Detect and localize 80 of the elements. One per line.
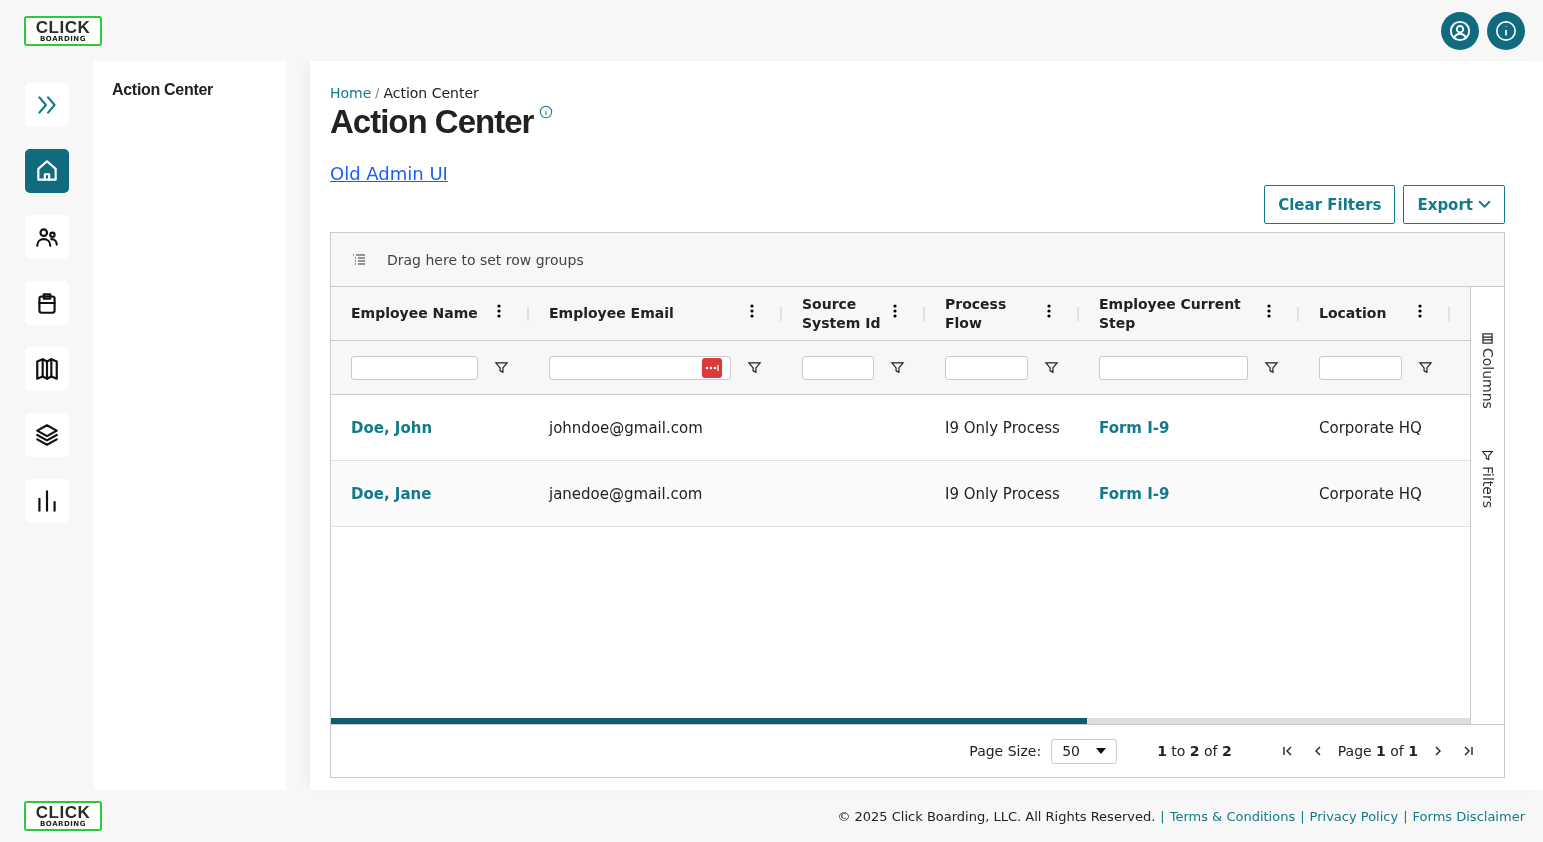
- filter-icon[interactable]: [1044, 360, 1059, 375]
- info-icon: [1495, 19, 1517, 42]
- layers-nav-button[interactable]: [25, 413, 69, 457]
- column-header[interactable]: Employee Current Step: [1079, 287, 1299, 340]
- horizontal-scrollbar[interactable]: [331, 718, 1470, 724]
- column-menu-icon[interactable]: [1418, 304, 1422, 318]
- info-icon[interactable]: [539, 105, 554, 119]
- table-cell: I9 Only Process: [945, 418, 1060, 437]
- map-icon: [34, 356, 60, 382]
- column-header[interactable]: Source System Id: [782, 287, 925, 340]
- column-menu-icon[interactable]: [1047, 304, 1051, 318]
- clear-filters-button[interactable]: Clear Filters: [1264, 185, 1396, 224]
- caret-icon: [1096, 748, 1107, 754]
- filter-icon[interactable]: [1264, 360, 1279, 375]
- footer-link[interactable]: Terms & Conditions: [1169, 808, 1296, 824]
- employee-name-link[interactable]: Doe, Jane: [351, 484, 432, 503]
- column-menu-icon[interactable]: [1267, 304, 1271, 318]
- filter-field[interactable]: [1319, 355, 1402, 380]
- home-icon: [34, 158, 60, 184]
- page-title: Action Center: [330, 103, 534, 141]
- column-header[interactable]: Location: [1299, 287, 1450, 340]
- password-manager-icon[interactable]: [702, 357, 722, 378]
- filter-icon[interactable]: [1418, 360, 1433, 375]
- filter-field[interactable]: [802, 355, 874, 380]
- page-size-label: Page Size:: [969, 743, 1042, 759]
- filter-field[interactable]: [1099, 355, 1248, 380]
- footer-separator: |: [1160, 808, 1165, 824]
- info-button[interactable]: [1487, 11, 1525, 50]
- map-nav-button[interactable]: [25, 347, 69, 391]
- filters-tab[interactable]: Filters: [1479, 448, 1496, 508]
- employee-name-link[interactable]: Doe, John: [351, 418, 433, 437]
- footer-separator: |: [1403, 808, 1408, 824]
- column-header[interactable]: Employee Email: [529, 287, 782, 340]
- filter-icon: [1481, 448, 1494, 462]
- old-admin-ui-link[interactable]: Old Admin UI: [330, 163, 448, 184]
- last-page-icon: [1462, 745, 1474, 757]
- footer-link[interactable]: Forms Disclaimer: [1412, 808, 1525, 824]
- table-cell: janedoe@gmail.com: [549, 484, 703, 503]
- current-step-link[interactable]: Form I-9: [1099, 418, 1170, 437]
- breadcrumb-home-link[interactable]: Home: [330, 85, 372, 101]
- table-cell: Corporate HQ: [1319, 418, 1422, 437]
- column-menu-icon[interactable]: [750, 304, 754, 318]
- filter-icon[interactable]: [890, 360, 905, 375]
- user-icon: [1449, 19, 1471, 42]
- breadcrumb-separator: /: [375, 86, 380, 100]
- column-header[interactable]: Employee Name: [331, 287, 529, 340]
- columns-tab[interactable]: Columns: [1479, 333, 1496, 409]
- row-group-hint: Drag here to set row groups: [387, 251, 584, 268]
- clipboard-nav-button[interactable]: [25, 281, 69, 325]
- expand-nav-button[interactable]: [25, 83, 69, 127]
- page-size-select[interactable]: 50: [1051, 738, 1118, 764]
- copyright-text: © 2025 Click Boarding, LLC. All Rights Reserved.: [837, 808, 1156, 824]
- filter-field[interactable]: [945, 355, 1028, 380]
- filter-icon[interactable]: [747, 360, 762, 375]
- sub-panel-title: Action Center: [112, 81, 214, 99]
- export-button[interactable]: Export: [1403, 185, 1505, 224]
- chart-nav-button[interactable]: [25, 479, 69, 523]
- chevron-down-icon: [1478, 200, 1491, 209]
- people-nav-button[interactable]: [25, 215, 69, 259]
- table-cell: I9 Only Process: [945, 484, 1060, 503]
- column-menu-icon[interactable]: [893, 304, 897, 318]
- column-menu-icon[interactable]: [497, 304, 501, 318]
- row-range: 1 to 2 of 2: [1157, 743, 1232, 759]
- table-cell: Corporate HQ: [1319, 484, 1422, 503]
- filter-field[interactable]: [351, 355, 478, 380]
- table-cell: johndoe@gmail.com: [549, 418, 703, 437]
- footer-link[interactable]: Privacy Policy: [1309, 808, 1399, 824]
- column-header[interactable]: Process Flow: [925, 287, 1079, 340]
- current-step-link[interactable]: Form I-9: [1099, 484, 1170, 503]
- breadcrumb-current: Action Center: [383, 85, 479, 101]
- filter-field[interactable]: [549, 355, 731, 380]
- columns-icon: [1482, 333, 1493, 344]
- profile-button[interactable]: [1441, 11, 1479, 50]
- home-nav-button[interactable]: [25, 149, 69, 193]
- first-page-icon: [1281, 745, 1294, 757]
- row-groups-icon: [351, 251, 367, 268]
- layers-icon: [34, 422, 60, 448]
- footer-separator: |: [1300, 808, 1305, 824]
- filter-icon[interactable]: [494, 360, 509, 375]
- page-indicator: Page 1 of 1: [1337, 743, 1418, 759]
